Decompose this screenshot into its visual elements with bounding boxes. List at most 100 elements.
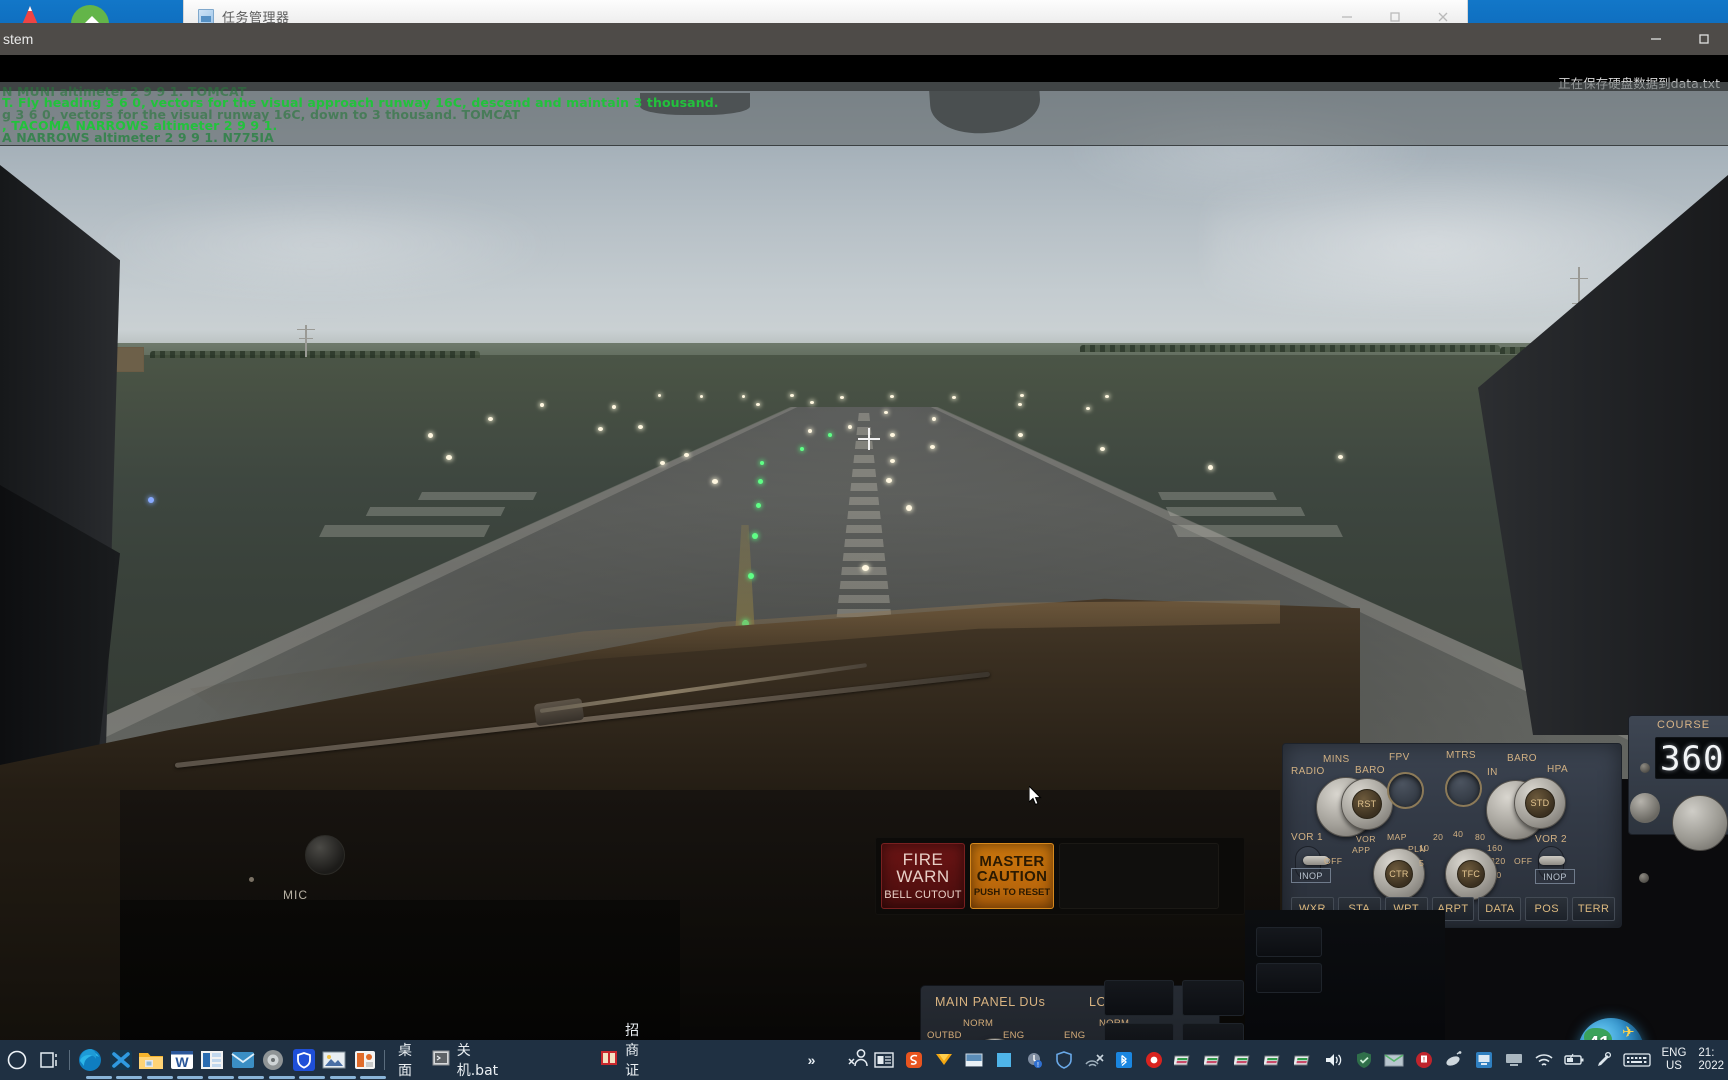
- news-icon[interactable]: [869, 1040, 899, 1080]
- efis-button-pos[interactable]: POS: [1525, 897, 1569, 921]
- mins-rst-cap[interactable]: RST: [1352, 789, 1382, 819]
- master-caution-light[interactable]: MASTER CAUTION PUSH TO RESET: [970, 843, 1054, 909]
- cloud-layer-left: [60, 185, 580, 305]
- efis-button-data[interactable]: DATA: [1478, 897, 1522, 921]
- vor1-switch-lever[interactable]: [1295, 846, 1329, 880]
- runway-edge-light: [884, 411, 888, 414]
- keyboard-icon[interactable]: [1619, 1040, 1655, 1080]
- mins-knob[interactable]: [1316, 777, 1376, 837]
- wifi-icon[interactable]: [1529, 1040, 1559, 1080]
- cut-icon-2[interactable]: [1199, 1040, 1229, 1080]
- clock-date[interactable]: 21: 2022: [1692, 1040, 1728, 1080]
- clock-time: 21:: [1698, 1047, 1715, 1059]
- left-lower-shroud: [120, 900, 680, 1040]
- touchdown-marking: [1165, 507, 1306, 516]
- taskbar-app-excel[interactable]: [105, 1040, 143, 1080]
- flight-simulator-view[interactable]: MIC FIRE WARN BELL CUTOUT MASTER CAUTION…: [0, 55, 1728, 1040]
- system-window-strip[interactable]: stem: [0, 23, 1728, 55]
- runway-edge-light: [428, 433, 433, 438]
- battery-icon[interactable]: [1559, 1040, 1589, 1080]
- lights-brightness-knob[interactable]: [1326, 1012, 1366, 1040]
- runway-edge-light: [1546, 463, 1551, 468]
- blue-square-icon[interactable]: [989, 1040, 1019, 1080]
- runway-edge-light: [886, 478, 892, 483]
- mail-tray-icon[interactable]: [1379, 1040, 1409, 1080]
- efis-tfc-button[interactable]: TFC: [1457, 860, 1485, 888]
- bluetooth-icon[interactable]: [1109, 1040, 1139, 1080]
- language-indicator[interactable]: ENG US: [1655, 1040, 1692, 1080]
- taskbar-app-antivirus[interactable]: [288, 1040, 326, 1080]
- volume-icon[interactable]: [1319, 1040, 1349, 1080]
- taskbar-app-picture-viewer[interactable]: [349, 1040, 387, 1080]
- baro-std-cap[interactable]: STD: [1525, 788, 1555, 818]
- taskbar-app-word[interactable]: W: [166, 1040, 204, 1080]
- efis-range-selector[interactable]: TFC: [1445, 848, 1497, 900]
- efis-range-tick-10: 10: [1419, 843, 1430, 853]
- cut-icon-3[interactable]: [1229, 1040, 1259, 1080]
- network-muted-icon[interactable]: [1079, 1040, 1109, 1080]
- taskbar-toolbar-label[interactable]: 桌面: [398, 1040, 416, 1080]
- taskbar-app-powerpoint[interactable]: [197, 1040, 234, 1080]
- system-minimize-button[interactable]: [1632, 23, 1680, 55]
- display-unit-selector-panel[interactable]: MAIN PANEL DUs LOWER DU OUTBD PFD NORM E…: [920, 985, 1220, 1040]
- taskbar-app-file-explorer[interactable]: [136, 1040, 173, 1080]
- test-button-housing[interactable]: [1182, 1023, 1244, 1040]
- cut-icon-1[interactable]: [1169, 1040, 1199, 1080]
- taskbar-window-shutdown-bat[interactable]: 关机.bat: [432, 1040, 498, 1080]
- system-tray[interactable]: ! ! ENG US 21: 2022: [869, 1040, 1728, 1080]
- runway-light: [952, 396, 956, 399]
- sogou-icon[interactable]: [899, 1040, 929, 1080]
- efis-button-sta[interactable]: STA: [1337, 897, 1381, 921]
- shield-icon[interactable]: [1349, 1040, 1379, 1080]
- annunciator-blank-panel: [1059, 843, 1219, 909]
- taskbar-app-mail[interactable]: [227, 1040, 265, 1080]
- vor1-switch[interactable]: [1295, 846, 1321, 880]
- downloader-icon[interactable]: [929, 1040, 959, 1080]
- update-icon[interactable]: !: [1019, 1040, 1049, 1080]
- efis-ctr-button[interactable]: CTR: [1385, 860, 1413, 888]
- vor2-switch-lever[interactable]: [1531, 846, 1565, 880]
- remote-icon[interactable]: [1469, 1040, 1499, 1080]
- efis-button-arpt[interactable]: ARPT: [1431, 897, 1475, 921]
- taskbar-app-media-player[interactable]: [258, 1040, 295, 1080]
- battery-alert-icon[interactable]: !: [1409, 1040, 1439, 1080]
- test-push-button[interactable]: [1340, 1002, 1358, 1020]
- airport-building-2: [108, 347, 144, 372]
- vor1-lever[interactable]: [1303, 856, 1329, 865]
- efis-button-wpt[interactable]: WPT: [1384, 897, 1428, 921]
- mic-jack[interactable]: [305, 835, 345, 875]
- vor2-lever[interactable]: [1539, 856, 1565, 865]
- treeline-right: [1080, 345, 1500, 352]
- taxiway-centerline-light: [828, 433, 832, 437]
- windows-taskbar[interactable]: W 桌面 关机.bat 招商证 » ! ! ENG US 21: 2022: [0, 1023, 1728, 1080]
- satellite-icon[interactable]: [1439, 1040, 1469, 1080]
- efis-mode-selector[interactable]: CTR: [1373, 848, 1425, 900]
- taskbar-overflow-chevron[interactable]: »: [808, 1052, 816, 1068]
- baro-std-knob[interactable]: STD: [1514, 777, 1566, 829]
- cut-icon-5[interactable]: [1289, 1040, 1319, 1080]
- mcp-aux-knob[interactable]: [1630, 793, 1660, 823]
- system-maximize-button[interactable]: [1680, 23, 1728, 55]
- people-icon[interactable]: [847, 1047, 869, 1074]
- fire-warn-light[interactable]: FIRE WARN BELL CUTOUT: [881, 843, 965, 909]
- keyboard-tray-icon[interactable]: [959, 1040, 989, 1080]
- taskbar-window-broker[interactable]: 招商证券: [600, 1020, 651, 1080]
- cut-icon-4[interactable]: [1259, 1040, 1289, 1080]
- pen-icon[interactable]: [1589, 1040, 1619, 1080]
- lights-control-panel[interactable]: LIGHTS TEST EXT DIM: [1285, 975, 1415, 1040]
- taskbar-app-edge[interactable]: [75, 1040, 112, 1080]
- task-view-button[interactable]: [33, 1040, 65, 1080]
- display-icon[interactable]: [1499, 1040, 1529, 1080]
- main-instrument-shroud: [120, 790, 1280, 1040]
- efis-button-terr[interactable]: TERR: [1572, 897, 1616, 921]
- taskbar-app-photos[interactable]: [319, 1040, 356, 1080]
- antivirus-tray-icon[interactable]: [1049, 1040, 1079, 1080]
- course-selector-knob[interactable]: [1672, 795, 1728, 851]
- sim-status-globe[interactable]: [1578, 1018, 1644, 1040]
- record-icon[interactable]: [1139, 1040, 1169, 1080]
- mins-reset-knob[interactable]: RST: [1341, 778, 1393, 830]
- start-button[interactable]: [0, 1040, 33, 1080]
- baro-knob[interactable]: [1486, 780, 1546, 840]
- efis-button-wxr[interactable]: WXR: [1291, 897, 1334, 921]
- vor2-switch[interactable]: [1538, 846, 1564, 880]
